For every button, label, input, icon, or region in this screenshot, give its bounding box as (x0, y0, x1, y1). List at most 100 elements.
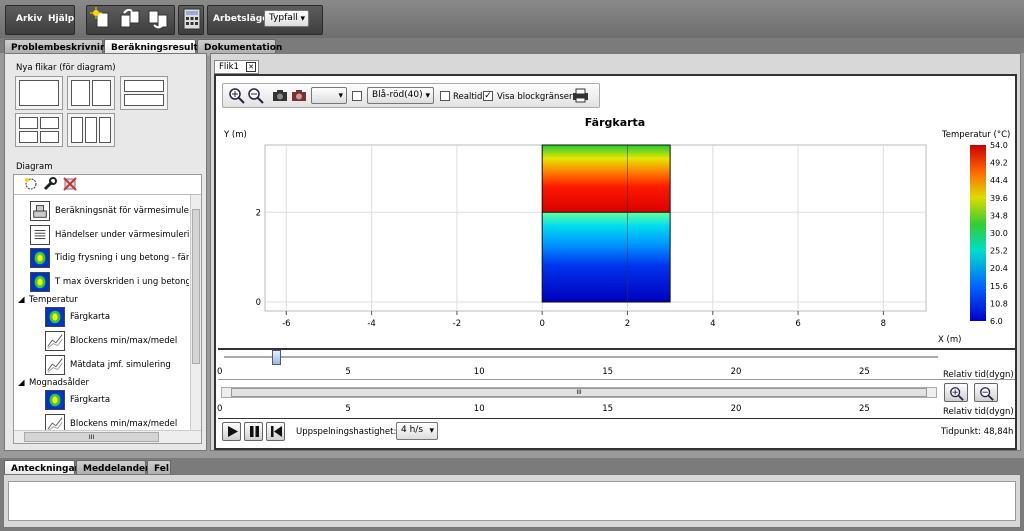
calculator-icon[interactable] (180, 7, 204, 31)
new-calculation-icon[interactable] (90, 7, 114, 31)
playback-divider (218, 418, 1015, 419)
colormap-chart[interactable]: Färgkarta Y (m) X (m) Temperatur (°C) -6… (216, 110, 1016, 348)
tree-item-label: Blockens min/max/medel (70, 336, 178, 346)
block-lower-colormap (542, 212, 671, 303)
tree-hscroll-thumb[interactable]: III (24, 432, 159, 442)
refresh-diagram-icon[interactable] (23, 176, 39, 192)
tree-item-label: Blockens min/max/medel (70, 419, 178, 429)
arbetslage-select[interactable]: Typfall ▾ (264, 10, 309, 27)
realtid-checkbox[interactable] (440, 91, 450, 101)
pause-icon (250, 426, 259, 437)
x-tick-label: 4 (710, 319, 715, 329)
timeline-tick-label: 20 (730, 404, 742, 414)
x-tick-label: 8 (881, 319, 886, 329)
palette-value: Blå-röd(40) (372, 90, 423, 100)
tree-hscrollbar[interactable]: III (14, 430, 201, 443)
palette-select[interactable]: Blå-röd(40) ▾ (367, 87, 434, 104)
colormap-icon (30, 248, 50, 268)
line-graph-icon (45, 331, 65, 351)
time-slider-track[interactable] (224, 356, 938, 358)
chart-option-checkbox[interactable] (352, 91, 362, 101)
tree-item-label: Färgkarta (70, 312, 111, 322)
open-file-icon[interactable] (118, 7, 142, 31)
print-icon[interactable] (572, 88, 589, 103)
zoom-out-icon[interactable] (247, 87, 264, 104)
legend-title: Temperatur (°C) (941, 130, 1010, 140)
wrench-icon[interactable] (42, 176, 58, 192)
category-mognadsalder[interactable]: Mognadsålder (29, 378, 89, 388)
x-tick-label: 0 (539, 319, 544, 329)
mesh-icon (30, 201, 50, 221)
colormap-icon (30, 272, 50, 292)
legend-tick-label: 20.4 (990, 264, 1008, 273)
notes-textarea[interactable] (8, 481, 1016, 521)
menu-hjalp[interactable]: Hjälp (48, 14, 74, 24)
tree-vscrollbar[interactable] (190, 195, 201, 430)
visa-blockgranser-label: Visa blockgränser (497, 92, 573, 102)
delete-diagram-icon[interactable] (62, 176, 78, 192)
layout-two-columns-button[interactable] (67, 76, 115, 110)
tree-item-temp-fargkarta[interactable]: Färgkarta (14, 306, 189, 328)
timeline-tick-label: 0 (217, 404, 223, 414)
timeline-zoom-in-button[interactable] (944, 383, 968, 402)
chevron-down-icon: ▾ (300, 14, 305, 24)
zoom-out-icon (980, 387, 994, 401)
category-temperatur[interactable]: Temperatur (29, 295, 78, 305)
chart-mode-select[interactable]: ▾ (311, 87, 347, 104)
legend-tick-label: 54.0 (990, 141, 1008, 150)
layout-two-rows-button[interactable] (120, 76, 168, 110)
play-icon (228, 426, 238, 437)
plot-area: -6 -4 -2 0 2 4 6 8 0 2 (256, 144, 927, 329)
tree-item-handelser[interactable]: Händelser under värmesimulering (14, 224, 189, 246)
record-video-icon[interactable] (291, 88, 307, 102)
document-icon (30, 225, 50, 245)
legend-tick-label: 10.8 (990, 299, 1008, 308)
collapse-temperatur-icon[interactable]: ◢ (18, 295, 25, 305)
x-axis-label: X (m) (938, 335, 961, 345)
timeline-tick-label: 10 (473, 367, 485, 377)
tree-item-tidig-frysning[interactable]: Tidig frysning i ung betong - färgk (14, 247, 189, 269)
speed-select[interactable]: 4 h/s ▾ (396, 422, 438, 440)
menu-arkiv[interactable]: Arkiv (16, 14, 42, 24)
line-graph-icon (45, 414, 65, 430)
chart-title: Färgkarta (585, 116, 645, 129)
tree-item-label: Beräkningsnät för värmesimulerin (55, 206, 189, 216)
pause-button[interactable] (244, 422, 263, 441)
y-tick-label: 0 (256, 298, 261, 308)
timeline-hscroll-thumb[interactable]: III (231, 388, 927, 397)
layout-single-button[interactable] (15, 76, 63, 110)
camera-icon[interactable] (272, 88, 288, 102)
collapse-mognadsalder-icon[interactable]: ◢ (18, 378, 25, 388)
rewind-button[interactable] (266, 422, 285, 441)
legend-tick-label: 44.4 (990, 176, 1008, 185)
diagram-tree: Beräkningsnät för värmesimulerin Händels… (14, 195, 189, 430)
zoom-in-icon (950, 387, 964, 401)
timeline-zoom-out-button[interactable] (974, 383, 998, 402)
tree-item-label: Tidig frysning i ung betong - färgk (55, 253, 189, 263)
legend-tick-label: 34.8 (990, 211, 1008, 220)
skip-to-start-icon (271, 426, 282, 437)
x-tick-label: 2 (625, 319, 630, 329)
save-file-icon[interactable] (146, 7, 170, 31)
tree-item-tmax[interactable]: T max överskriden i ung betong - (14, 271, 189, 293)
tree-vscroll-thumb[interactable] (192, 209, 200, 364)
tree-item-temp-blockens[interactable]: Blockens min/max/medel (14, 330, 189, 352)
y-axis-label: Y (m) (223, 130, 247, 140)
tree-item-berakningsnat[interactable]: Beräkningsnät för värmesimulerin (14, 200, 189, 222)
time-slider-thumb[interactable] (272, 350, 282, 365)
close-icon[interactable]: ✕ (246, 62, 256, 72)
doc-tab-flik1[interactable]: Flik1 ✕ (214, 60, 259, 74)
timeline-ticks-top: 0 5 10 15 20 25 (0, 367, 1024, 379)
timeline-hscrollbar[interactable]: III (221, 387, 937, 398)
legend-labels: 54.0 49.2 44.4 39.6 34.8 30.0 25.2 20.4 15.6 10.8… (990, 141, 1008, 326)
layout-three-columns-button[interactable] (67, 113, 115, 147)
visa-blockgranser-checkbox[interactable]: ✓ (483, 91, 493, 101)
timeline-tick-label: 5 (345, 367, 351, 377)
time-readout: Tidpunkt: 48,84h (941, 427, 1014, 437)
timeline-axis-label-top: Relativ tid(dygn) (943, 370, 1014, 380)
block-upper-colormap (542, 145, 671, 213)
zoom-in-icon[interactable] (228, 87, 245, 104)
chevron-down-icon: ▾ (425, 91, 430, 101)
layout-grid-button[interactable] (15, 113, 63, 147)
play-button[interactable] (222, 422, 241, 441)
